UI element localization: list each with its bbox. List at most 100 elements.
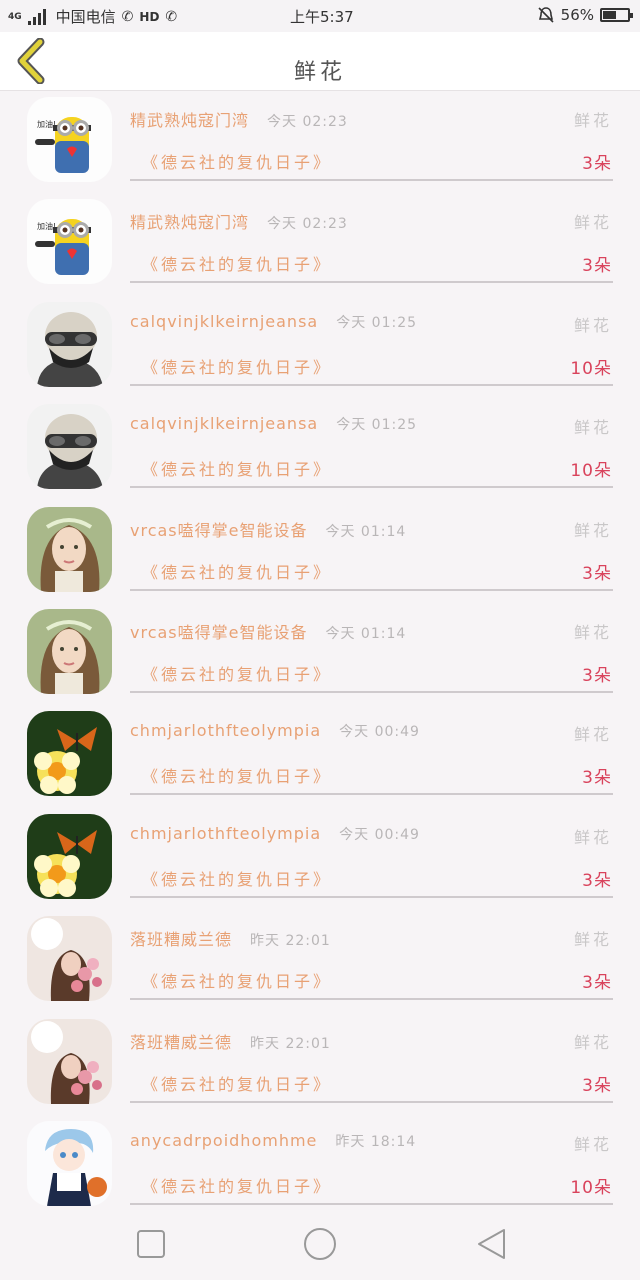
gift-type: 鲜花: [573, 622, 612, 642]
row-divider: [130, 793, 613, 796]
sender-name: chmjarlothfteolympia: [130, 823, 322, 843]
book-title: 《德云社的复仇日子》: [142, 357, 333, 377]
gift-type: 鲜花: [573, 111, 612, 130]
gift-time: 昨天 22:01: [250, 1035, 331, 1052]
gift-record-row[interactable]: vrcas嗑得掌e智能设备 今天 01:14 鲜花 《德云社的复仇日子》 3朵: [0, 501, 640, 603]
gift-type: 鲜花: [573, 418, 612, 438]
sender-name-line: 落班糟威兰德 昨天 22:01: [130, 1029, 331, 1053]
gift-count: 3朵: [582, 768, 612, 789]
avatar[interactable]: [27, 813, 112, 899]
sender-name-line: chmjarlothfteolympia 今天 00:49: [130, 721, 420, 741]
gift-count: 3朵: [582, 1075, 612, 1096]
sender-name-line: anycadrpoidhomhme 昨天 18:14: [130, 1131, 416, 1151]
avatar[interactable]: [27, 1120, 112, 1206]
row-divider: [130, 690, 613, 693]
gift-count: 3朵: [582, 563, 612, 584]
gift-record-row[interactable]: chmjarlothfteolympia 今天 00:49 鲜花 《德云社的复仇日…: [0, 705, 640, 807]
gift-time: 今天 02:23: [267, 216, 348, 233]
avatar[interactable]: [27, 404, 112, 490]
gift-time: 今天 01:25: [336, 314, 418, 331]
recent-apps-button[interactable]: [133, 1226, 169, 1262]
gift-time: 今天 02:23: [267, 114, 348, 130]
gift-count: 3朵: [582, 256, 612, 277]
system-back-button[interactable]: [474, 1226, 510, 1262]
avatar[interactable]: 加油!: [27, 199, 112, 285]
avatar[interactable]: [27, 1018, 112, 1104]
gift-type: 鲜花: [573, 520, 612, 540]
row-divider: [130, 1202, 613, 1205]
sender-name-line: 落班糟威兰德 昨天 22:01: [130, 926, 331, 950]
avatar[interactable]: [27, 711, 112, 797]
svg-text:加油!: 加油!: [37, 221, 56, 231]
gift-count: 3朵: [582, 665, 612, 686]
gift-time: 今天 01:14: [325, 523, 407, 540]
sender-name: calqvinjklkeirnjeansa: [130, 311, 319, 331]
gift-type: 鲜花: [573, 725, 612, 745]
battery-percent: 56%: [560, 6, 594, 24]
row-divider: [130, 588, 613, 591]
sender-name: 落班糟威兰德: [130, 1032, 233, 1052]
clock: 上午5:37: [290, 8, 354, 26]
avatar[interactable]: [27, 301, 112, 387]
gift-type: 鲜花: [573, 1134, 612, 1154]
gift-time: 今天 00:49: [339, 826, 420, 843]
gift-record-row[interactable]: 落班糟威兰德 昨天 22:01 鲜花 《德云社的复仇日子》 3朵: [0, 910, 640, 1012]
book-title: 《德云社的复仇日子》: [142, 972, 333, 992]
avatar[interactable]: 加油!: [27, 97, 112, 182]
book-title: 《德云社的复仇日子》: [142, 1074, 333, 1094]
gift-time: 昨天 22:01: [250, 933, 331, 950]
gift-time: 今天 00:49: [339, 724, 420, 741]
triangle-back-icon: [478, 1229, 505, 1259]
gift-type: 鲜花: [573, 827, 612, 847]
svg-text:加油!: 加油!: [37, 119, 56, 129]
row-divider: [130, 486, 613, 489]
gift-record-row[interactable]: 加油! 精武熟炖寇门湾 今天 02:23 鲜花 《德云社的复仇日子》 3朵: [0, 193, 640, 295]
row-divider: [130, 383, 613, 386]
sender-name: 落班糟威兰德: [130, 930, 233, 950]
gift-record-row[interactable]: 落班糟威兰德 昨天 22:01 鲜花 《德云社的复仇日子》 3朵: [0, 1013, 640, 1115]
sender-name-line: vrcas嗑得掌e智能设备 今天 01:14: [130, 517, 406, 541]
sender-name: chmjarlothfteolympia: [130, 721, 322, 741]
gift-record-row[interactable]: anycadrpoidhomhme 昨天 18:14 鲜花 《德云社的复仇日子》 …: [0, 1115, 640, 1217]
sender-name: vrcas嗑得掌e智能设备: [130, 622, 308, 642]
gift-type: 鲜花: [573, 1032, 612, 1052]
call-icon: ✆: [121, 8, 134, 25]
sender-name: 精武熟炖寇门湾: [130, 213, 250, 233]
row-divider: [130, 895, 613, 898]
book-title: 《德云社的复仇日子》: [142, 869, 333, 889]
gift-count: 10朵: [570, 358, 612, 379]
row-divider: [130, 179, 613, 181]
carrier-label: 中国电信: [55, 8, 116, 26]
sender-name-line: 精武熟炖寇门湾 今天 02:23: [130, 209, 348, 233]
gift-count: 3朵: [582, 870, 612, 891]
sender-name-line: calqvinjklkeirnjeansa 今天 01:25: [130, 312, 417, 332]
avatar[interactable]: [27, 916, 112, 1002]
gift-type: 鲜花: [573, 315, 612, 335]
battery-icon: [600, 8, 633, 22]
avatar[interactable]: [27, 608, 112, 694]
hd-label: HD: [139, 9, 160, 24]
gift-record-row[interactable]: vrcas嗑得掌e智能设备 今天 01:14 鲜花 《德云社的复仇日子》 3朵: [0, 603, 640, 705]
gift-record-row[interactable]: calqvinjklkeirnjeansa 今天 01:25 鲜花 《德云社的复仇…: [0, 398, 640, 500]
sender-name: calqvinjklkeirnjeansa: [130, 414, 319, 434]
sender-name-line: chmjarlothfteolympia 今天 00:49: [130, 824, 420, 844]
page-title: 鲜花: [293, 60, 346, 85]
gift-record-row[interactable]: 加油! 精武熟炖寇门湾 今天 02:23 鲜花 《德云社的复仇日子》 3朵: [0, 91, 640, 193]
wifi-call-icon: ✆: [165, 8, 178, 25]
signal-icon: [27, 8, 50, 25]
status-bar: 4G 中国电信 ✆ HD ✆ 上午5:37 56%: [0, 0, 640, 32]
app-header: 鲜花: [0, 32, 640, 91]
book-title: 《德云社的复仇日子》: [142, 562, 333, 582]
gift-record-row[interactable]: calqvinjklkeirnjeansa 今天 01:25 鲜花 《德云社的复仇…: [0, 296, 640, 398]
gift-type: 鲜花: [573, 213, 612, 233]
book-title: 《德云社的复仇日子》: [142, 153, 333, 172]
gift-time: 昨天 18:14: [335, 1133, 417, 1150]
sender-name: 精武熟炖寇门湾: [130, 111, 250, 130]
sender-name-line: vrcas嗑得掌e智能设备 今天 01:14: [130, 619, 406, 643]
row-divider: [130, 1100, 613, 1103]
book-title: 《德云社的复仇日子》: [142, 767, 333, 787]
home-button[interactable]: [302, 1226, 338, 1262]
gift-record-row[interactable]: chmjarlothfteolympia 今天 00:49 鲜花 《德云社的复仇日…: [0, 808, 640, 910]
mute-bell-icon: [538, 7, 554, 23]
avatar[interactable]: [27, 506, 112, 592]
